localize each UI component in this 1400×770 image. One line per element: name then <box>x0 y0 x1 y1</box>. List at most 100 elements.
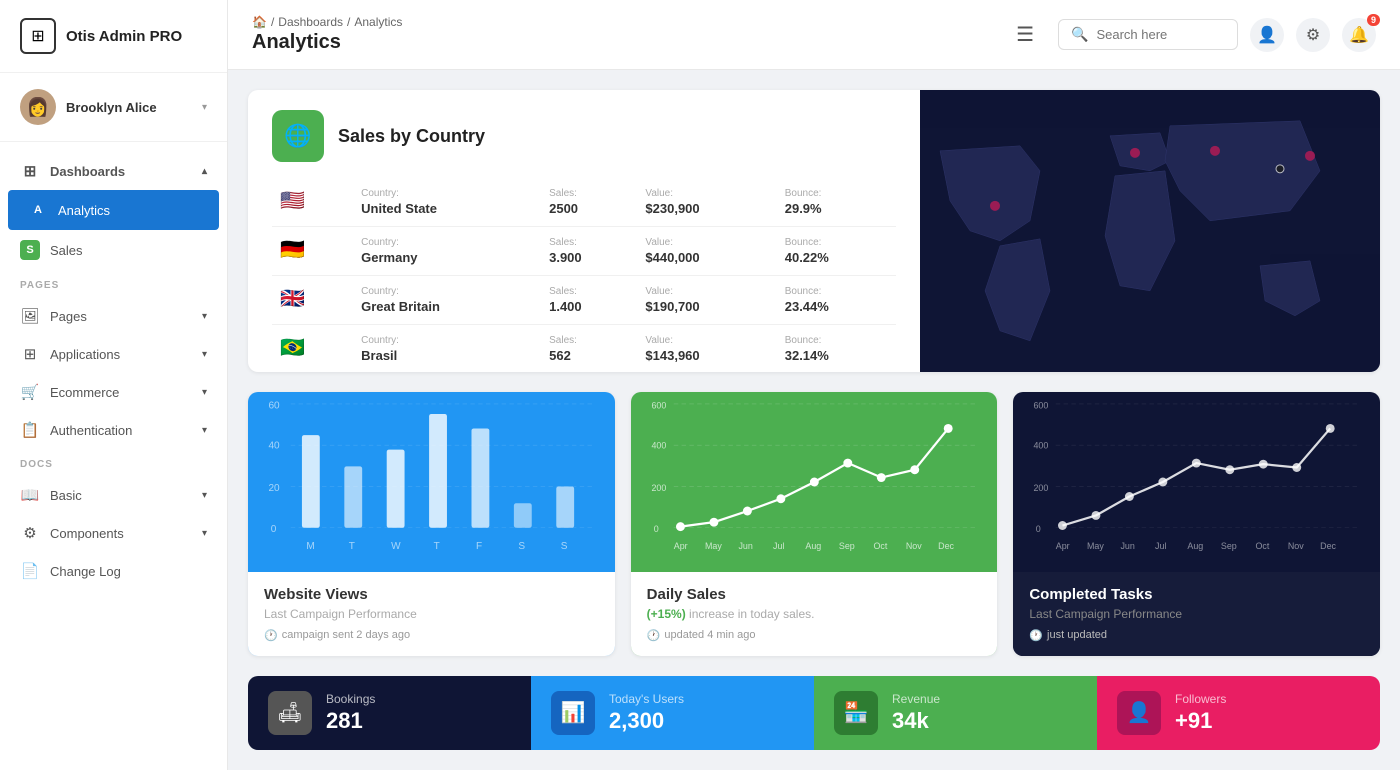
stat-label: Revenue <box>892 692 940 706</box>
svg-text:T: T <box>349 541 355 552</box>
main-content: 🏠 / Dashboards / Analytics Analytics ☰ 🔍… <box>228 0 1400 770</box>
value-cell: Value: $190,700 <box>637 276 776 325</box>
stat-text: Followers +91 <box>1175 692 1226 734</box>
svg-text:Oct: Oct <box>873 541 887 551</box>
search-input[interactable] <box>1096 27 1225 42</box>
sales-table: 🇺🇸 Country: United State Sales: 2500 Val… <box>272 178 896 372</box>
chart-meta-text: just updated <box>1047 629 1107 641</box>
home-icon: 🏠 <box>252 15 267 29</box>
highlight-text: (+15%) <box>647 607 686 621</box>
stat-value: 281 <box>326 708 375 734</box>
line-chart-daily-svg: 600 400 200 0 <box>647 392 982 572</box>
sidebar-item-label: Ecommerce <box>50 385 192 400</box>
sales-title: Sales by Country <box>338 126 485 147</box>
dashboard-icon: ⊞ <box>20 162 40 180</box>
revenue-icon: 🏪 <box>834 691 878 735</box>
completed-tasks-info: Completed Tasks Last Campaign Performanc… <box>1013 572 1380 656</box>
search-box[interactable]: 🔍 <box>1058 19 1238 50</box>
sidebar-item-label: Sales <box>50 243 207 258</box>
app-name: Otis Admin PRO <box>66 28 182 45</box>
bounce-cell: Bounce: 29.9% <box>777 178 896 227</box>
changelog-icon: 📄 <box>20 562 40 580</box>
sidebar-item-applications[interactable]: ⊞ Applications ▾ <box>0 335 227 373</box>
components-icon: ⚙ <box>20 524 40 542</box>
sales-cell: Sales: 562 <box>541 325 637 372</box>
stat-today-users: 📊 Today's Users 2,300 <box>531 676 814 750</box>
country-cell: Country: United State <box>353 178 541 227</box>
svg-text:W: W <box>391 541 401 552</box>
svg-text:Jun: Jun <box>1121 541 1135 551</box>
svg-text:400: 400 <box>1034 440 1049 450</box>
daily-sales-chart: 600 400 200 0 <box>631 392 998 572</box>
svg-text:S: S <box>518 541 525 552</box>
chevron-down-icon: ▾ <box>202 387 207 398</box>
stat-value: 34k <box>892 708 940 734</box>
bounce-cell: Bounce: 40.22% <box>777 227 896 276</box>
pages-section-label: PAGES <box>0 270 227 297</box>
line-chart-tasks-svg: 600 400 200 0 <box>1029 392 1364 572</box>
svg-text:Jul: Jul <box>1155 541 1166 551</box>
country-cell: Country: Brasil <box>353 325 541 372</box>
sales-cell: Sales: 3.900 <box>541 227 637 276</box>
svg-text:F: F <box>476 541 482 552</box>
auth-icon: 📋 <box>20 421 40 439</box>
website-views-info: Website Views Last Campaign Performance … <box>248 572 615 656</box>
page-title: Analytics <box>252 31 1000 54</box>
user-icon[interactable]: 👤 <box>1250 18 1284 52</box>
chart-title: Completed Tasks <box>1029 586 1364 603</box>
sidebar-item-dashboards[interactable]: ⊞ Dashboards ▴ <box>0 152 227 190</box>
sales-left: 🌐 Sales by Country 🇺🇸 Country: United St… <box>248 90 920 372</box>
breadcrumb-sep: / <box>271 15 274 29</box>
sidebar-item-label: Pages <box>50 309 192 324</box>
stat-label: Bookings <box>326 692 375 706</box>
sidebar-item-changelog[interactable]: 📄 Change Log <box>0 552 227 590</box>
sales-cell: Sales: 1.400 <box>541 276 637 325</box>
avatar: 👩 <box>20 89 56 125</box>
sidebar-item-ecommerce[interactable]: 🛒 Ecommerce ▾ <box>0 373 227 411</box>
followers-icon: 👤 <box>1117 691 1161 735</box>
svg-text:Aug: Aug <box>805 541 821 551</box>
svg-text:Nov: Nov <box>905 541 921 551</box>
stat-value: +91 <box>1175 708 1226 734</box>
sidebar-item-pages[interactable]: 🖼 Pages ▾ <box>0 297 227 335</box>
analytics-letter: A <box>28 200 48 220</box>
sidebar-item-authentication[interactable]: 📋 Authentication ▾ <box>0 411 227 449</box>
svg-text:T: T <box>434 541 440 552</box>
chevron-down-icon: ▾ <box>202 102 207 113</box>
sidebar-logo: ⊞ Otis Admin PRO <box>0 0 227 73</box>
sidebar-item-analytics[interactable]: A Analytics <box>8 190 219 230</box>
bounce-cell: Bounce: 32.14% <box>777 325 896 372</box>
docs-section-label: DOCS <box>0 449 227 476</box>
sidebar-item-sales[interactable]: S Sales <box>0 230 227 270</box>
menu-icon[interactable]: ☰ <box>1016 22 1034 47</box>
settings-icon[interactable]: ⚙ <box>1296 18 1330 52</box>
svg-text:M: M <box>306 541 314 552</box>
svg-text:Sep: Sep <box>1221 541 1237 551</box>
sidebar-item-basic[interactable]: 📖 Basic ▾ <box>0 476 227 514</box>
chart-subtitle: Last Campaign Performance <box>1029 607 1364 621</box>
sales-letter: S <box>20 240 40 260</box>
sidebar-nav: ⊞ Dashboards ▴ A Analytics S Sales PAGES… <box>0 142 227 600</box>
breadcrumb-dashboards: Dashboards <box>278 15 343 29</box>
flag-cell: 🇩🇪 <box>272 227 353 276</box>
notifications-icon[interactable]: 🔔 9 <box>1342 18 1376 52</box>
svg-text:0: 0 <box>653 524 658 534</box>
svg-text:Aug: Aug <box>1188 541 1204 551</box>
stat-text: Today's Users 2,300 <box>609 692 684 734</box>
apps-icon: ⊞ <box>20 345 40 363</box>
chart-title: Website Views <box>264 586 599 603</box>
flag-cell: 🇺🇸 <box>272 178 353 227</box>
charts-row: 60 40 20 0 <box>248 392 1380 656</box>
svg-text:40: 40 <box>268 440 280 451</box>
svg-text:400: 400 <box>651 440 666 450</box>
svg-text:Jun: Jun <box>738 541 752 551</box>
basic-icon: 📖 <box>20 486 40 504</box>
user-profile[interactable]: 👩 Brooklyn Alice ▾ <box>0 73 227 142</box>
sidebar-item-components[interactable]: ⚙ Components ▾ <box>0 514 227 552</box>
stat-revenue: 🏪 Revenue 34k <box>814 676 1097 750</box>
svg-text:S: S <box>561 541 568 552</box>
sidebar-item-label: Applications <box>50 347 192 362</box>
topbar-right: 🔍 👤 ⚙ 🔔 9 <box>1058 18 1376 52</box>
chart-meta: 🕐 just updated <box>1029 629 1364 642</box>
country-cell: Country: Germany <box>353 227 541 276</box>
